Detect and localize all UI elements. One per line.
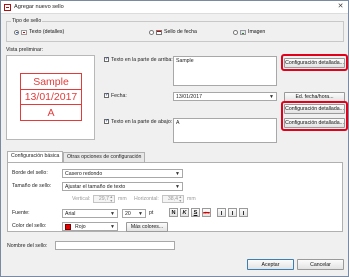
- bold-button[interactable]: N: [169, 208, 178, 217]
- font-size-value: 20: [125, 211, 131, 217]
- more-colors-button[interactable]: Más colores...: [126, 222, 168, 232]
- stamp-type-group: Tipo de sello Texto (detalles) Sello de …: [6, 18, 344, 42]
- stamp-preview: Sample 13/01/2017 A: [6, 55, 95, 140]
- close-icon[interactable]: ✕: [336, 3, 345, 11]
- horizontal-spinner: 38,4 ▲ ▼: [162, 195, 184, 203]
- stamp-divider: [21, 104, 81, 105]
- spinner-arrows-icon: ▲ ▼: [178, 195, 182, 203]
- vertical-value: 29,7: [98, 196, 109, 202]
- text-stamp-icon: [21, 29, 27, 35]
- dropdown-arrow-icon: ▼: [269, 94, 274, 100]
- italic-button[interactable]: K: [180, 208, 189, 217]
- vertical-spinner: 29,7 ▲ ▼: [93, 195, 115, 203]
- bottom-text-input[interactable]: A: [173, 118, 277, 143]
- size-select[interactable]: Ajustar el tamaño de texto ▼: [62, 182, 183, 191]
- bottom-text-label: Texto en la parte de abajo:: [111, 119, 173, 125]
- size-label: Tamaño de sello:: [12, 183, 52, 189]
- radio-label: Imagen: [248, 29, 266, 35]
- date-format-select[interactable]: 13/01/2017 ▼: [173, 92, 277, 101]
- stamp-color-value: Rojo: [75, 224, 86, 230]
- horizontal-label: Horizontal:: [134, 196, 159, 202]
- align-center-icon[interactable]: [228, 208, 237, 217]
- font-value: Arial: [65, 211, 76, 217]
- title-bar: Agregar nuevo sello ✕: [1, 1, 348, 14]
- dropdown-arrow-icon: ▼: [110, 224, 115, 230]
- preview-label: Vista preliminar:: [6, 47, 44, 53]
- stamp-top-text: Sample: [33, 76, 69, 88]
- border-select[interactable]: Casero redondo ▼: [62, 169, 183, 178]
- stamp-bottom-text: A: [47, 107, 55, 119]
- color-swatch: [65, 224, 71, 230]
- accept-button[interactable]: Aceptar: [247, 259, 294, 270]
- underline-button[interactable]: S: [191, 208, 200, 217]
- radio-image[interactable]: Imagen: [233, 29, 265, 35]
- stamp-name-input[interactable]: [55, 241, 175, 250]
- tab-other-settings[interactable]: Otras opciones de configuración: [63, 152, 146, 162]
- radio-date-stamp[interactable]: Sello de fecha: [149, 29, 197, 35]
- font-size-select[interactable]: 20 ▼: [122, 209, 146, 218]
- tab-basic-settings[interactable]: Configuración básica: [7, 151, 64, 162]
- horizontal-unit: mm: [187, 196, 196, 202]
- radio-dot[interactable]: [149, 29, 154, 35]
- dropdown-arrow-icon: ▼: [110, 211, 115, 217]
- dropdown-arrow-icon: ▼: [138, 211, 143, 217]
- top-text-label: Texto en la parte de arriba:: [111, 57, 173, 63]
- vertical-unit: mm: [118, 196, 127, 202]
- radio-label: Texto (detalles): [29, 29, 65, 35]
- size-value: Ajustar el tamaño de texto: [65, 184, 126, 190]
- stamp-type-legend: Tipo de sello: [11, 18, 43, 24]
- border-value: Casero redondo: [65, 171, 103, 177]
- font-label: Fuente:: [12, 210, 30, 216]
- cancel-button[interactable]: Cancelar: [297, 259, 344, 270]
- radio-text-details[interactable]: Texto (detalles): [14, 29, 64, 35]
- window-title: Agregar nuevo sello: [14, 4, 64, 10]
- image-stamp-icon: [240, 29, 246, 35]
- stamp-color-label: Color del sello:: [12, 223, 47, 229]
- basic-settings-panel: Borde del sello: Casero redondo ▼ Tamaño…: [7, 162, 343, 232]
- radio-dot-selected[interactable]: [14, 29, 19, 35]
- align-left-icon[interactable]: [217, 208, 226, 217]
- align-right-icon[interactable]: [239, 208, 248, 217]
- dropdown-arrow-icon: ▼: [175, 184, 180, 190]
- dropdown-arrow-icon: ▼: [175, 171, 180, 177]
- border-label: Borde del sello:: [12, 170, 48, 176]
- date-checkbox[interactable]: [104, 92, 109, 98]
- date-label: Fecha:: [111, 93, 127, 99]
- stamp-color-select[interactable]: Rojo ▼: [62, 222, 118, 231]
- stamp-date-text: 13/01/2017: [24, 91, 78, 103]
- bottom-text-checkbox[interactable]: [104, 118, 109, 124]
- date-format-value: 13/01/2017: [176, 94, 202, 100]
- add-stamp-dialog: Agregar nuevo sello ✕ Tipo de sello Text…: [0, 0, 349, 277]
- highlight-box: [281, 101, 348, 131]
- horizontal-value: 38,4: [167, 196, 178, 202]
- strikethrough-button[interactable]: abc: [202, 208, 211, 217]
- radio-dot[interactable]: [233, 29, 238, 35]
- radio-label: Sello de fecha: [164, 29, 197, 35]
- font-select[interactable]: Arial ▼: [62, 209, 118, 218]
- stamp-divider: [21, 89, 81, 90]
- highlight-box: [281, 54, 348, 71]
- top-text-checkbox[interactable]: [104, 56, 109, 62]
- top-text-input[interactable]: Sample: [173, 56, 277, 86]
- date-stamp-icon: [156, 29, 162, 35]
- stamp-name-label: Nombre del sello:: [7, 243, 48, 249]
- spinner-arrows-icon: ▲ ▼: [109, 195, 113, 203]
- vertical-label: Vertical:: [72, 196, 91, 202]
- font-size-unit: pt: [149, 210, 154, 216]
- stamp-graphic: Sample 13/01/2017 A: [20, 73, 82, 121]
- app-icon: [4, 4, 11, 11]
